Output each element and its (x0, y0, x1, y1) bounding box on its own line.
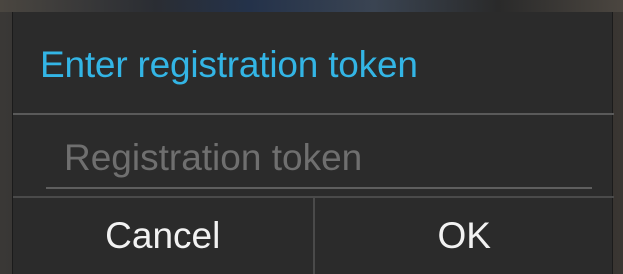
dialog-title: Enter registration token (40, 44, 418, 85)
background-strip (0, 0, 623, 12)
ok-button[interactable]: OK (315, 198, 615, 274)
dialog-button-bar: Cancel OK (13, 198, 614, 274)
title-divider (13, 113, 614, 115)
cancel-button[interactable]: Cancel (13, 198, 313, 274)
registration-token-input[interactable] (46, 129, 592, 189)
registration-token-dialog: Enter registration token Cancel OK (12, 12, 614, 274)
